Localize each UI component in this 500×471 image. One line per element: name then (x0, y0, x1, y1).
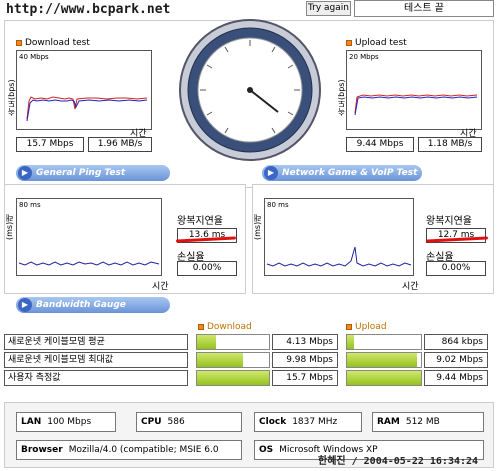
bandwidth-row-name: 새로운넷 케이블모뎀 최대값 (4, 352, 188, 368)
bandwidth-download-label: Download (207, 322, 252, 332)
clock-value: 1837 MHz (292, 417, 338, 427)
game-loss-value: 0.00% (426, 261, 486, 276)
game-chart: 80 ms (264, 198, 414, 276)
clock-label: Clock (259, 417, 287, 427)
bandwidth-banner-text: Bandwidth Gauge (36, 300, 126, 310)
upload-title: Upload test (346, 38, 407, 48)
upload-value: 9.02 Mbps (424, 352, 488, 368)
ping-banner-text: General Ping Test (36, 168, 126, 178)
download-bar-fill (197, 353, 244, 367)
ping-loss-value: 0.00% (177, 261, 237, 276)
browser-info: Browser Mozilla/4.0 (compatible; MSIE 6.0 (16, 440, 242, 460)
ram-value: 512 MB (405, 417, 440, 427)
upload-bar (346, 334, 422, 350)
bandwidth-upload-label: Upload (355, 322, 387, 332)
upload-bar-fill (347, 371, 421, 385)
end-test-button[interactable]: 테스트 끝 (354, 0, 494, 17)
ping-rtt-label: 왕복지연율 (177, 216, 223, 227)
upload-title-text: Upload test (355, 38, 407, 48)
download-mbs-value: 1.96 MB/s (88, 137, 152, 152)
lan-label: LAN (21, 417, 42, 427)
download-chart: 40 Mbps (16, 50, 152, 130)
ping-x-label: 시간 (152, 282, 169, 292)
ping-graph (18, 261, 160, 266)
ping-test-banner: ▶ General Ping Test (16, 165, 170, 181)
download-mbps-value: 15.7 Mbps (16, 137, 84, 152)
ram-label: RAM (377, 417, 400, 427)
game-graph (266, 246, 412, 267)
download-value: 15.7 Mbps (272, 370, 338, 386)
download-title: Download test (16, 38, 90, 48)
os-label: OS (259, 445, 274, 455)
game-rtt-label: 왕복지연율 (426, 216, 472, 227)
upload-mbs-value: 1.18 MB/s (418, 137, 482, 152)
orange-bullet-icon (16, 39, 22, 46)
watermark: 한혜진 / 2004-05-22 16:34:24 (318, 456, 479, 467)
orange-bullet-icon (198, 323, 204, 330)
upload-mbps-value: 9.44 Mbps (346, 137, 414, 152)
orange-bullet-icon (346, 39, 352, 46)
ping-chart: 80 ms (16, 198, 162, 276)
download-bar (196, 352, 270, 368)
browser-value: Mozilla/4.0 (compatible; MSIE 6.0 (68, 445, 219, 455)
bandwidth-upload-header: Upload (346, 322, 387, 332)
game-banner-text: Network Game & VoIP Test (282, 168, 418, 178)
download-bar-fill (197, 335, 216, 349)
bandwidth-download-header: Download (198, 322, 252, 332)
download-bar (196, 334, 270, 350)
download-bar (196, 370, 270, 386)
upload-value: 9.44 Mbps (424, 370, 488, 386)
arrow-icon: ▶ (18, 298, 32, 312)
bandwidth-row-name: 사용자 측정값 (4, 370, 188, 386)
lan-info: LAN 100 Mbps (16, 412, 116, 432)
bandwidth-banner: ▶ Bandwidth Gauge (16, 297, 170, 313)
lan-value: 100 Mbps (47, 417, 92, 427)
upload-chart: 20 Mbps (346, 50, 482, 130)
download-value: 9.98 Mbps (272, 352, 338, 368)
game-x-label: 시간 (402, 282, 419, 292)
arrow-icon: ▶ (18, 166, 32, 180)
try-again-button[interactable]: Try again (306, 1, 351, 16)
game-y-label: (ms)래 (253, 213, 262, 240)
site-url: http://www.bcpark.net (6, 2, 171, 17)
game-test-banner: ▶ Network Game & VoIP Test (262, 165, 422, 181)
speed-gauge (178, 18, 322, 162)
orange-bullet-icon (346, 323, 352, 330)
cpu-label: CPU (141, 417, 162, 427)
bandwidth-row-name: 새로운넷 케이블모뎀 평균 (4, 334, 188, 350)
download-graph (26, 96, 148, 122)
ping-y-label: (ms)래 (5, 213, 14, 240)
clock-info: Clock 1837 MHz (254, 412, 362, 432)
upload-bar (346, 352, 422, 368)
ram-info: RAM 512 MB (372, 412, 484, 432)
upload-graph (354, 94, 478, 116)
cpu-info: CPU 586 (136, 412, 242, 432)
arrow-icon: ▶ (264, 166, 278, 180)
upload-bar-fill (347, 353, 418, 367)
download-value: 4.13 Mbps (272, 334, 338, 350)
upload-bar (346, 370, 422, 386)
upload-bar-fill (347, 335, 354, 349)
download-bar-fill (197, 371, 269, 385)
upload-value: 864 kbps (424, 334, 488, 350)
download-title-text: Download test (25, 38, 90, 48)
cpu-value: 586 (167, 417, 185, 427)
browser-label: Browser (21, 445, 63, 455)
